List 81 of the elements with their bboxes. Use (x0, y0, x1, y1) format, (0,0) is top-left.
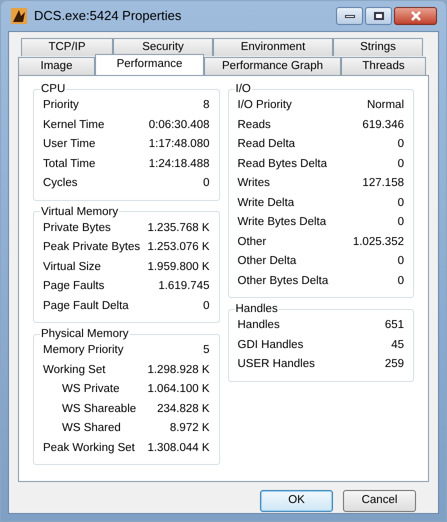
field-value: 1.253.076 K (147, 240, 210, 256)
field-value: 619.346 (362, 118, 404, 133)
field-label: Total Time (43, 156, 96, 172)
field-label: Virtual Size (43, 260, 101, 275)
tab[interactable]: Security (113, 38, 213, 56)
field-value: 1.298.928 K (147, 362, 210, 378)
field-label: Page Faults (43, 279, 104, 294)
field-label: WS Private (61, 382, 120, 398)
field-label: USER Handles (238, 357, 315, 372)
maximize-icon (374, 12, 384, 20)
tab[interactable]: Strings (333, 38, 423, 56)
cancel-button[interactable]: Cancel (343, 490, 416, 512)
field-label: WS Shareable (61, 402, 136, 417)
group-title: Virtual Memory (40, 204, 120, 218)
field-label: Kernel Time (43, 118, 104, 133)
field-value: 8.972 K (170, 421, 210, 436)
field-label: I/O Priority (238, 98, 292, 114)
field-value: 1.235.768 K (147, 220, 210, 236)
field-value: 1.064.100 K (147, 382, 210, 398)
field-value: 127.158 (362, 176, 404, 192)
minimize-icon (344, 14, 354, 18)
field-value: 1.025.352 (352, 234, 404, 250)
tab[interactable]: Environment (213, 38, 333, 56)
field-value: 0 (203, 176, 210, 192)
field-value: 0 (398, 137, 404, 152)
field-label: Other Delta (238, 254, 296, 270)
field-label: Handles (238, 318, 280, 334)
field-value: 1:17:48.080 (148, 137, 210, 152)
group-title: CPU (40, 82, 66, 96)
field-label: Peak Private Bytes (43, 240, 140, 256)
ok-button[interactable]: OK (260, 490, 333, 512)
field-label: Write Delta (238, 196, 294, 211)
field-label: Cycles (43, 176, 78, 192)
group-title: Physical Memory (40, 327, 130, 341)
group-title: I/O (234, 82, 252, 96)
app-icon (10, 7, 28, 25)
field-value: 0 (203, 298, 210, 314)
field-label: Reads (238, 118, 271, 133)
tab[interactable]: Performance (95, 54, 204, 75)
field-value: 0:06:30.408 (148, 118, 210, 133)
tab[interactable]: Performance Graph (204, 57, 341, 75)
window-title: DCS.exe:5424 Properties (34, 7, 182, 26)
tab[interactable]: Threads (341, 57, 426, 75)
minimize-button[interactable] (336, 7, 363, 25)
field-value: 0 (398, 156, 404, 172)
field-value: 45 (391, 338, 404, 353)
field-value: 1.619.745 (158, 279, 210, 294)
tab[interactable]: TCP/IP (21, 38, 113, 56)
field-value: 1:24:18.488 (148, 156, 210, 172)
field-label: Write Bytes Delta (238, 215, 326, 230)
field-value: Normal (366, 98, 404, 114)
field-value: 1.959.800 K (147, 260, 210, 275)
maximize-button[interactable] (365, 7, 392, 25)
field-value: 5 (203, 343, 210, 358)
field-label: Other (238, 234, 266, 250)
field-value: 8 (203, 98, 210, 114)
field-value: 0 (398, 215, 404, 230)
field-label: Memory Priority (43, 343, 124, 358)
field-label: User Time (43, 137, 96, 152)
field-value: 0 (398, 196, 404, 211)
field-label: WS Shared (61, 421, 121, 436)
field-value: 1.308.044 K (147, 440, 210, 456)
group-title: Handles (234, 302, 279, 316)
field-label: Working Set (43, 362, 106, 378)
field-label: Page Fault Delta (43, 298, 129, 314)
field-value: 651 (384, 318, 404, 334)
field-label: Read Bytes Delta (238, 156, 327, 172)
field-label: GDI Handles (238, 338, 304, 353)
close-icon (410, 11, 422, 21)
field-value: 0 (398, 254, 404, 270)
field-label: Other Bytes Delta (238, 274, 328, 289)
field-label: Writes (238, 176, 270, 192)
close-button[interactable] (394, 7, 437, 25)
field-label: Private Bytes (43, 220, 111, 236)
field-value: 0 (398, 274, 404, 289)
field-label: Peak Working Set (43, 440, 135, 456)
tab[interactable]: Image (18, 57, 95, 75)
field-value: 259 (384, 357, 404, 372)
field-value: 234.828 K (157, 402, 210, 417)
field-label: Priority (43, 98, 79, 114)
field-label: Read Delta (238, 137, 296, 152)
